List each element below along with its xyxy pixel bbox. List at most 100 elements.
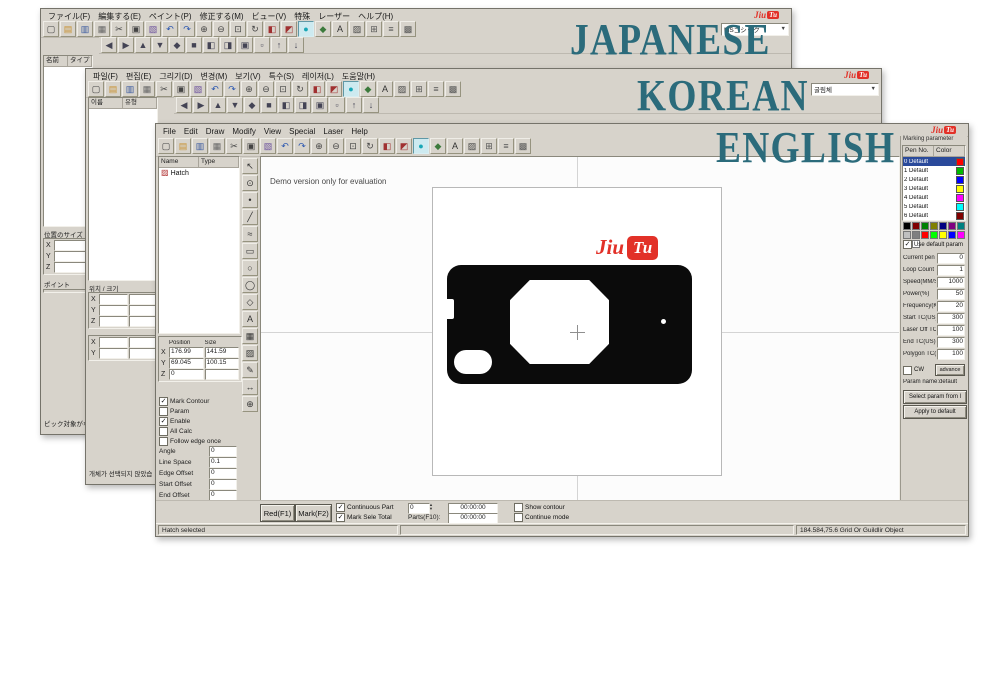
coordinate-input[interactable]: [128, 305, 157, 316]
polygon-icon[interactable]: ◆: [315, 21, 331, 37]
open-folder-icon[interactable]: ▤: [60, 21, 76, 37]
hatch-field-input[interactable]: 0: [209, 446, 237, 457]
hatch-tool-icon[interactable]: ▨: [242, 345, 258, 361]
continue-mode-checkbox[interactable]: [514, 513, 523, 522]
redo-icon[interactable]: ↷: [294, 138, 310, 154]
palette-swatch[interactable]: [912, 222, 920, 230]
pen-row[interactable]: 0 Default: [903, 157, 965, 166]
palette-swatch[interactable]: [939, 231, 947, 239]
rotate-icon[interactable]: ↻: [362, 138, 378, 154]
point-tool-icon[interactable]: •: [242, 192, 258, 208]
select-param-button[interactable]: Select param from l: [903, 390, 967, 404]
align-icon[interactable]: ≡: [428, 81, 444, 97]
font-combo[interactable]: 굴림체 ▼: [811, 82, 879, 96]
parameter-input[interactable]: 20: [937, 300, 965, 312]
coordinate-input[interactable]: 0: [169, 369, 204, 380]
pen-list[interactable]: Pen No. Color 0 Default 1 Default 2 Defau…: [902, 145, 966, 221]
menu-item[interactable]: 그리기(D): [155, 72, 196, 81]
zoom-out-icon[interactable]: ⊖: [328, 138, 344, 154]
pen-row[interactable]: 2 Default: [903, 175, 965, 184]
palette-swatch[interactable]: [921, 231, 929, 239]
drawing-canvas[interactable]: Demo version only for evaluation Jiu Tu: [260, 156, 900, 503]
distribute-horizontal-icon[interactable]: ◧: [203, 37, 219, 53]
pen-row[interactable]: 3 Default: [903, 184, 965, 193]
palette-swatch[interactable]: [939, 222, 947, 230]
zoom-fit-icon[interactable]: ⊡: [230, 21, 246, 37]
pen-tool-icon[interactable]: ✎: [242, 362, 258, 378]
ellipse-icon[interactable]: ●: [343, 81, 359, 97]
hatch-field-input[interactable]: 0.1: [209, 457, 237, 468]
curve-tool-icon[interactable]: ≈: [242, 226, 258, 242]
palette-swatch[interactable]: [903, 222, 911, 230]
zoom-fit-icon[interactable]: ⊡: [345, 138, 361, 154]
send-back-icon[interactable]: ↓: [363, 97, 379, 113]
polygon-tool-icon[interactable]: ◇: [242, 294, 258, 310]
redo-icon[interactable]: ↷: [224, 81, 240, 97]
menu-item[interactable]: 레이저(L): [298, 72, 338, 81]
zoom-out-icon[interactable]: ⊖: [213, 21, 229, 37]
hatch-icon[interactable]: ▨: [349, 21, 365, 37]
menu-item[interactable]: 修正する(M): [196, 12, 248, 21]
coordinate-input[interactable]: 69.045: [169, 358, 204, 369]
coordinate-input[interactable]: [99, 337, 128, 348]
fill-icon[interactable]: ▩: [445, 81, 461, 97]
zoom-out-icon[interactable]: ⊖: [258, 81, 274, 97]
mirror-vertical-icon[interactable]: ◩: [396, 138, 412, 154]
red-light-button[interactable]: Red(F1): [260, 504, 295, 522]
mark-button[interactable]: Mark(F2): [295, 504, 332, 522]
open-folder-icon[interactable]: ▤: [105, 81, 121, 97]
coordinate-input[interactable]: [128, 294, 157, 305]
align-bottom-icon[interactable]: ▼: [152, 37, 168, 53]
print-icon[interactable]: ▦: [94, 21, 110, 37]
menu-item[interactable]: Special: [285, 127, 319, 136]
unlock-icon[interactable]: ▫: [254, 37, 270, 53]
coordinate-input[interactable]: [204, 369, 239, 380]
text-icon[interactable]: A: [447, 138, 463, 154]
dimension-tool-icon[interactable]: ↔: [242, 379, 258, 395]
group-icon[interactable]: ⊞: [481, 138, 497, 154]
show-contour-checkbox[interactable]: [514, 503, 523, 512]
zoom-tool-icon[interactable]: ⊕: [242, 396, 258, 412]
align-center-icon[interactable]: ◆: [244, 97, 260, 113]
bring-front-icon[interactable]: ↑: [271, 37, 287, 53]
group-icon[interactable]: ⊞: [411, 81, 427, 97]
continuous-part-checkbox[interactable]: [336, 503, 345, 512]
coordinate-input[interactable]: [99, 316, 128, 327]
align-top-icon[interactable]: ▲: [135, 37, 151, 53]
coordinate-input[interactable]: [128, 348, 157, 359]
parameter-input[interactable]: 300: [937, 312, 965, 324]
advance-button[interactable]: advance: [935, 364, 965, 376]
coordinate-input[interactable]: [128, 337, 157, 348]
palette-swatch[interactable]: [930, 222, 938, 230]
mirror-vertical-icon[interactable]: ◩: [281, 21, 297, 37]
menu-item[interactable]: Edit: [180, 127, 202, 136]
lock-icon[interactable]: ▣: [237, 37, 253, 53]
hatch-option[interactable]: All Calc: [158, 426, 238, 436]
coordinate-input[interactable]: [99, 294, 128, 305]
parameter-input[interactable]: 300: [937, 336, 965, 348]
bitmap-tool-icon[interactable]: ▦: [242, 328, 258, 344]
undo-icon[interactable]: ↶: [277, 138, 293, 154]
menu-item[interactable]: View: [260, 127, 285, 136]
object-list[interactable]: 이름 유형: [88, 97, 158, 281]
object-list[interactable]: Name Type ▨ Hatch: [158, 156, 240, 334]
open-folder-icon[interactable]: ▤: [175, 138, 191, 154]
ellipse-icon[interactable]: ●: [413, 138, 429, 154]
coordinate-input[interactable]: [99, 348, 128, 359]
palette-swatch[interactable]: [948, 222, 956, 230]
menu-item[interactable]: ヘルプ(H): [354, 12, 397, 21]
copy-icon[interactable]: ▣: [128, 21, 144, 37]
menu-item[interactable]: 도움말(H): [338, 72, 379, 81]
parameter-input[interactable]: 1: [937, 264, 965, 276]
palette-swatch[interactable]: [957, 231, 965, 239]
paste-icon[interactable]: ▧: [260, 138, 276, 154]
print-icon[interactable]: ▦: [209, 138, 225, 154]
new-file-icon[interactable]: ▢: [158, 138, 174, 154]
select-tool-icon[interactable]: ↖: [242, 158, 258, 174]
phone-case-object[interactable]: [445, 265, 692, 384]
palette-swatch[interactable]: [948, 231, 956, 239]
part-count-spinner[interactable]: ▲ ▼: [429, 503, 433, 511]
circle-tool-icon[interactable]: ○: [242, 260, 258, 276]
menu-item[interactable]: Help: [347, 127, 371, 136]
part-count-input[interactable]: 0: [408, 503, 430, 514]
